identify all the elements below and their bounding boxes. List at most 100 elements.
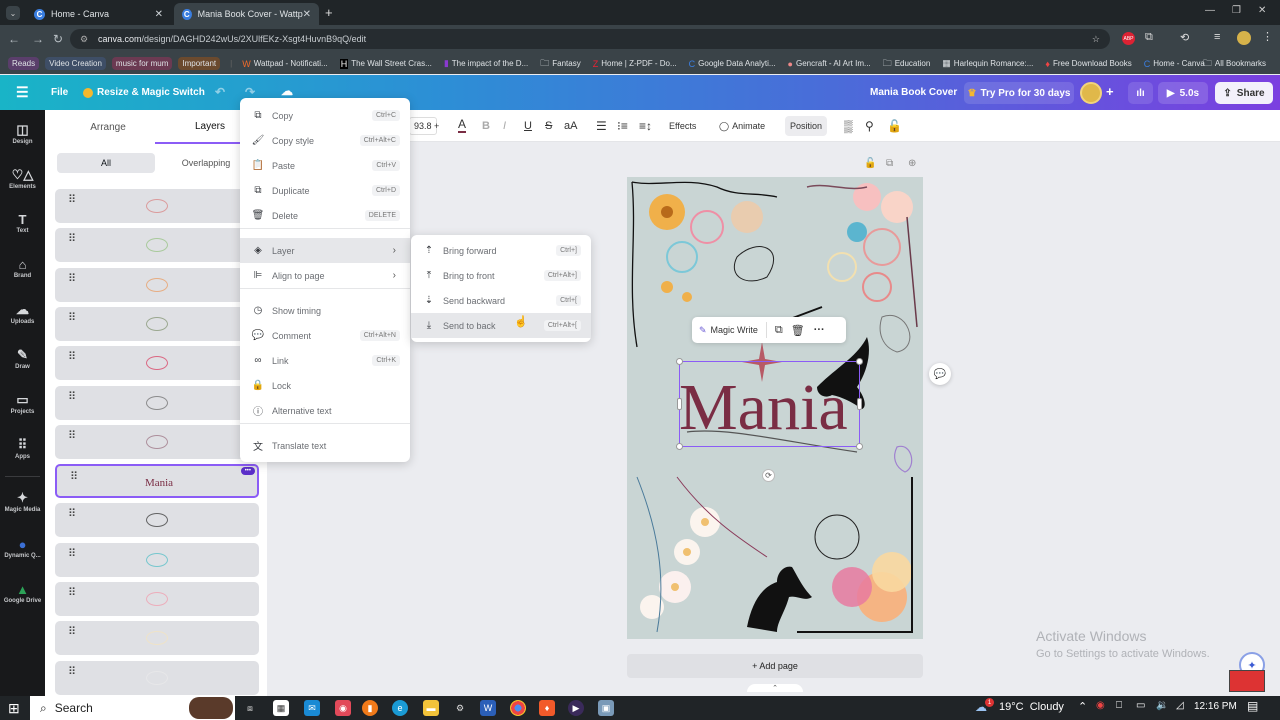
rail-projects[interactable]: ▭ Projects [0, 392, 45, 415]
drag-handle-icon[interactable]: ⠿ [68, 195, 76, 212]
undo-icon[interactable]: ↶ [215, 85, 225, 99]
align-center-icon[interactable]: ☰ [596, 117, 607, 135]
more-options-icon[interactable]: ··· [814, 324, 825, 336]
menu-item-delete[interactable]: 🗑 Delete DELETE [240, 203, 410, 228]
layer-row[interactable]: ⠿ Mania ••• [55, 464, 259, 499]
insights-button[interactable]: ılı [1128, 82, 1153, 104]
word-icon[interactable]: W [480, 700, 496, 716]
menu-item-translate-text[interactable]: 文 Translate text [240, 433, 410, 458]
bookmark-item[interactable]: C Home - Canva [1144, 59, 1205, 69]
wifi-icon[interactable]: ◿ [1176, 700, 1184, 711]
side-handle[interactable] [857, 398, 862, 410]
side-handle[interactable] [677, 398, 682, 410]
layer-row[interactable]: ⠿ [55, 346, 259, 381]
back-icon[interactable]: ← [2, 32, 26, 46]
tray-device-icon[interactable]: ⎕ [1116, 700, 1122, 711]
bookmark-item[interactable]: 🗀 Education [883, 56, 931, 72]
layer-row[interactable]: ⠿ [55, 267, 259, 302]
rail-elements[interactable]: ♡△ Elements [0, 167, 45, 190]
drag-handle-icon[interactable]: ⠿ [68, 548, 76, 566]
menu-hamburger-icon[interactable]: ☰ [16, 84, 29, 101]
reload-icon[interactable]: ↻ [46, 32, 70, 46]
bookmark-folder-music[interactable]: music for mum [111, 57, 173, 70]
letter-case-icon[interactable]: aA [564, 117, 577, 135]
drag-handle-icon[interactable]: ⠿ [70, 472, 78, 489]
rail-magic-media[interactable]: ✦ Magic Media [0, 490, 45, 513]
duplicate-page-icon[interactable]: ⧉ [886, 158, 893, 169]
adblock-extension-icon[interactable]: ABP [1122, 32, 1135, 45]
user-avatar[interactable] [1080, 82, 1102, 104]
bold-icon[interactable]: B [482, 117, 490, 135]
bookmark-item[interactable]: ▮ The impact of the D... [444, 58, 528, 69]
drag-handle-icon[interactable]: ⠿ [68, 312, 76, 330]
layer-row[interactable]: ⠿ [55, 542, 259, 577]
minimize-button[interactable]: — [1205, 5, 1215, 16]
battery-icon[interactable]: ▭ [1136, 700, 1145, 711]
rail-google-drive[interactable]: ▲ Google Drive [0, 582, 45, 604]
comment-button[interactable]: 💬 [929, 363, 951, 385]
drag-handle-icon[interactable]: ⠿ [68, 352, 76, 369]
new-tab-button[interactable]: + [325, 5, 333, 20]
layer-row[interactable]: ⠿ [55, 621, 259, 656]
present-button[interactable]: ▶ 5.0s [1158, 82, 1208, 104]
layer-row[interactable]: ⠿ [55, 306, 259, 341]
drag-handle-icon[interactable]: ⠿ [68, 588, 76, 605]
italic-icon[interactable]: I [503, 117, 506, 135]
redo-icon[interactable]: ↷ [245, 85, 255, 99]
position-button[interactable]: Position [785, 116, 828, 136]
store-icon[interactable]: ▦ [273, 700, 289, 716]
layer-row[interactable]: ⠿ [55, 582, 259, 616]
submenu-item-bring-forward[interactable]: ⇡ Bring forward Ctrl+] [411, 238, 591, 263]
drag-handle-icon[interactable]: ⠿ [68, 509, 76, 526]
resize-handle[interactable] [856, 443, 863, 450]
bookmark-item[interactable]: 🗀 Fantasy [540, 56, 580, 72]
chrome-icon[interactable] [510, 700, 526, 716]
bookmark-item[interactable]: W Wattpad - Notificati... [242, 59, 327, 69]
font-size-increase-button[interactable]: + [434, 117, 439, 135]
menu-item-lock[interactable]: 🔒 Lock [240, 373, 410, 398]
share-button[interactable]: ⇪ Share [1215, 82, 1273, 104]
add-page-button[interactable]: + Add page [627, 654, 923, 678]
rail-dynamic-qr[interactable]: ● Dynamic Q... [0, 537, 45, 559]
submenu-item-send-backward[interactable]: ⇣ Send backward Ctrl+[ [411, 288, 591, 313]
brave-icon[interactable]: ♦ [539, 700, 555, 716]
rail-draw[interactable]: ✎ Draw [0, 347, 45, 370]
show-pages-handle[interactable]: ⌃ [747, 684, 803, 692]
file-menu-button[interactable]: File [51, 87, 68, 98]
page-lock-icon[interactable]: 🔓 [864, 158, 876, 169]
bookmark-item[interactable]: C Google Data Analyti... [689, 59, 776, 69]
bookmark-item[interactable]: ▦ Harlequin Romance:... [942, 58, 1033, 69]
file-explorer-icon[interactable]: ▬ [423, 700, 439, 716]
drag-handle-icon[interactable]: ⠿ [68, 391, 76, 409]
trash-icon[interactable]: 🗑 [791, 324, 805, 337]
layer-row[interactable]: ⠿ [55, 189, 259, 223]
browser-menu-icon[interactable]: ⋮ [1262, 30, 1273, 43]
layer-row[interactable]: ⠿ [55, 228, 259, 263]
bookmark-item[interactable]: Z Home | Z-PDF - Do... [593, 59, 677, 69]
task-view-icon[interactable]: ⧈ [242, 700, 258, 716]
menu-item-duplicate[interactable]: ⧉ Duplicate Ctrl+D [240, 178, 410, 203]
mail-icon[interactable]: ✉ [304, 700, 320, 716]
notifications-icon[interactable]: ▤ [1247, 699, 1258, 713]
taskbar-search[interactable]: ⌕ Search [30, 696, 235, 720]
all-bookmarks-button[interactable]: 🗀 All Bookmarks [1203, 56, 1266, 72]
bookmark-folder-important[interactable]: Important [178, 57, 221, 70]
restore-button[interactable]: ❐ [1232, 5, 1241, 16]
bookmark-folder-video-creation[interactable]: Video Creation [45, 57, 106, 70]
resize-handle[interactable] [856, 358, 863, 365]
document-title[interactable]: Mania Book Cover [870, 87, 957, 98]
rail-brand[interactable]: ⌂ Brand [0, 257, 45, 279]
submenu-item-bring-to-front[interactable]: ⤒ Bring to front Ctrl+Alt+] [411, 263, 591, 288]
media-icon[interactable]: ≡ [1214, 31, 1220, 43]
menu-item-link[interactable]: ∞ Link Ctrl+K [240, 348, 410, 373]
windows-start-icon[interactable]: ⊞ [8, 700, 20, 717]
copy-style-icon[interactable]: ⚲ [865, 117, 874, 135]
edge-icon[interactable]: e [392, 700, 408, 716]
selection-box[interactable] [676, 358, 863, 450]
text-color-icon[interactable]: A [458, 117, 467, 133]
rail-uploads[interactable]: ☁ Uploads [0, 302, 45, 325]
tab-search-button[interactable]: ⌄ [6, 6, 20, 20]
resize-handle[interactable] [676, 443, 683, 450]
transparency-icon[interactable]: ▒ [844, 117, 853, 135]
weather-text[interactable]: 19°C Cloudy [999, 701, 1064, 713]
